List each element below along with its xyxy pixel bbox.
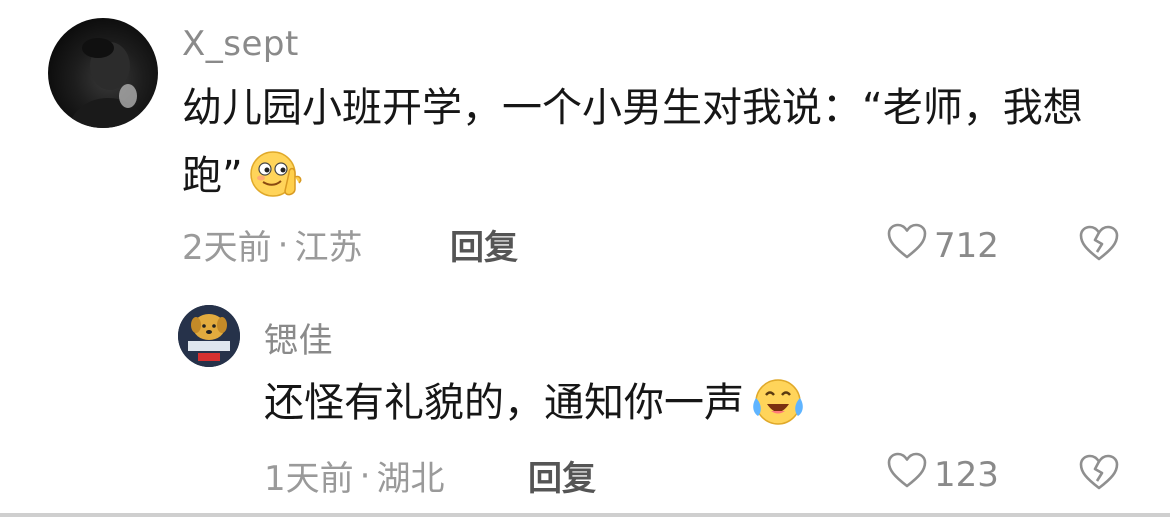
comment-time: 2天前: [182, 228, 272, 268]
comment-location: 湖北: [376, 459, 445, 499]
dislike-button[interactable]: [1078, 453, 1120, 495]
avatar[interactable]: [48, 18, 158, 128]
comment-location: 江苏: [294, 228, 363, 268]
comment-meta: 2天前 · 江苏: [182, 220, 362, 269]
like-button[interactable]: 712: [886, 222, 999, 269]
comment-item: X_sept 幼儿园小班开学，一个小男生对我说：“老师，我想跑” 2天前 · 江…: [0, 0, 1170, 280]
comment-text-body: 幼儿园小班开学，一个小男生对我说：“老师，我想跑”: [182, 85, 1083, 199]
comment-list: X_sept 幼儿园小班开学，一个小男生对我说：“老师，我想跑” 2天前 · 江…: [0, 0, 1170, 517]
broken-heart-icon: [1078, 454, 1120, 495]
comment-time: 1天前: [264, 459, 354, 499]
heart-outline-icon: [886, 451, 928, 498]
comment-meta: 1天前 · 湖北: [264, 451, 444, 500]
like-count: 123: [934, 454, 999, 495]
reply-button[interactable]: 回复: [528, 451, 596, 500]
username[interactable]: 锶佳: [264, 313, 333, 362]
like-button[interactable]: 123: [886, 451, 999, 498]
reply-button[interactable]: 回复: [450, 220, 518, 269]
avatar[interactable]: [178, 305, 240, 367]
meta-separator: ·: [277, 224, 289, 265]
crying-laughing-emoji-icon: [750, 376, 806, 447]
like-count: 712: [934, 225, 999, 266]
smirk-hand-emoji-icon: [249, 149, 307, 220]
comment-text-body: 还怪有礼貌的，通知你一声: [264, 380, 744, 426]
dislike-button[interactable]: [1078, 224, 1120, 266]
comment-text: 还怪有礼貌的，通知你一声: [264, 369, 1084, 447]
bottom-divider: [0, 513, 1170, 517]
meta-separator: ·: [359, 455, 371, 496]
avatar-photo-icon: [68, 38, 148, 128]
comment-text: 幼儿园小班开学，一个小男生对我说：“老师，我想跑”: [182, 74, 1122, 220]
heart-outline-icon: [886, 222, 928, 269]
cartoon-dog-avatar-icon: [178, 305, 240, 367]
broken-heart-icon: [1078, 225, 1120, 266]
username[interactable]: X_sept: [182, 24, 299, 64]
reply-comment-item: 锶佳 还怪有礼貌的，通知你一声 1天前 · 湖北 回复 123: [0, 285, 1170, 517]
